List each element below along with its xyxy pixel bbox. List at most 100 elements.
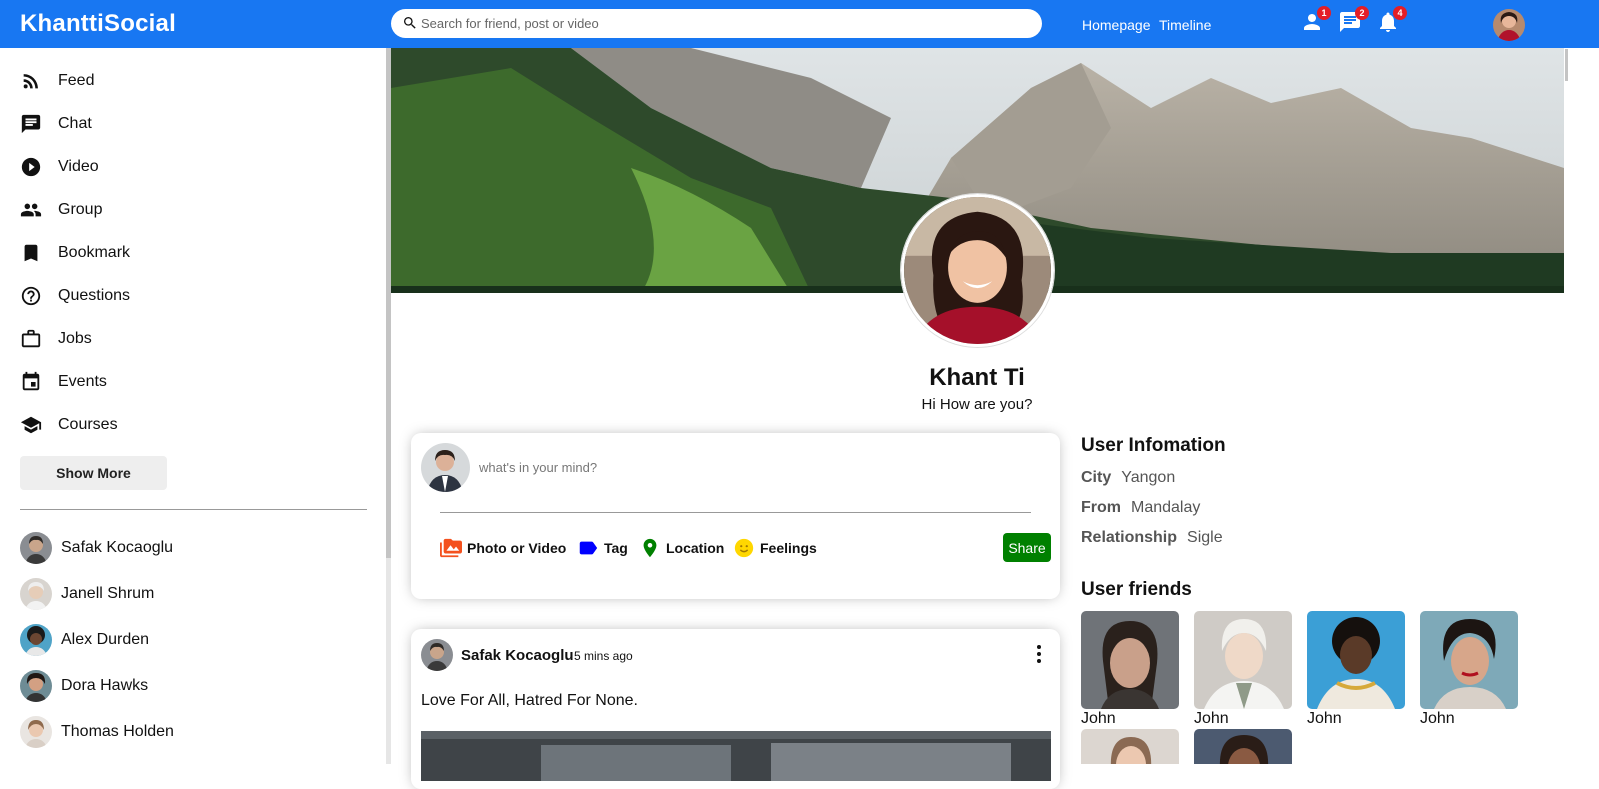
profile-description: Hi How are you? xyxy=(921,396,1033,413)
user-info-title: User Infomation xyxy=(1081,435,1226,456)
option-label: Feelings xyxy=(760,540,817,556)
sidebar-item-label: Questions xyxy=(58,287,131,304)
perm-media-icon xyxy=(440,538,462,558)
sidebar-item-label: Chat xyxy=(58,115,92,132)
sidebar-item-bookmark[interactable]: Bookmark xyxy=(20,241,130,265)
profile-name: Khant Ti xyxy=(929,364,1025,391)
location-option[interactable]: Location xyxy=(639,537,724,559)
friend-name: Thomas Holden xyxy=(61,723,174,740)
friend-name: John xyxy=(1307,710,1342,727)
search-icon xyxy=(404,17,416,29)
notifications-badge: 4 xyxy=(1393,6,1407,20)
friend-card[interactable]: John xyxy=(1307,611,1405,728)
left-sidebar: Feed Chat Video Group Bookmark Questions… xyxy=(0,48,386,764)
option-label: Location xyxy=(666,540,725,556)
option-label: Photo or Video xyxy=(467,540,567,556)
search-bar[interactable] xyxy=(391,9,1042,38)
sidebar-friend[interactable]: Dora Hawks xyxy=(20,670,148,702)
rss-icon xyxy=(23,74,38,89)
room-icon xyxy=(643,538,657,558)
option-label: Tag xyxy=(604,540,628,556)
tag-option[interactable]: Tag xyxy=(577,537,628,559)
sidebar-item-group[interactable]: Group xyxy=(20,198,102,222)
timeline-link[interactable]: Timeline xyxy=(1159,17,1211,33)
post-text: Love For All, Hatred For None. xyxy=(421,692,638,709)
emoji-icon xyxy=(734,538,754,558)
friend-photo xyxy=(1081,729,1179,764)
sidebar-item-jobs[interactable]: Jobs xyxy=(20,327,92,351)
bookmark-icon xyxy=(24,244,38,262)
group-icon xyxy=(20,203,42,217)
share-button[interactable]: Share xyxy=(1003,533,1051,562)
sidebar-item-video[interactable]: Video xyxy=(20,155,99,179)
label-icon xyxy=(579,541,598,555)
avatar xyxy=(20,624,52,656)
sidebar-friend[interactable]: Thomas Holden xyxy=(20,716,174,748)
calendar-icon xyxy=(22,371,40,391)
help-circle-icon xyxy=(21,286,41,306)
current-user-avatar[interactable] xyxy=(1493,9,1525,41)
messages-badge: 2 xyxy=(1355,6,1369,20)
app-logo[interactable]: KhanttiSocial xyxy=(20,10,176,38)
share-card: Photo or Video Tag Location Feelings Sha… xyxy=(411,433,1060,599)
avatar xyxy=(20,578,52,610)
sidebar-item-label: Group xyxy=(58,201,103,218)
sidebar-item-feed[interactable]: Feed xyxy=(20,69,94,93)
homepage-link[interactable]: Homepage xyxy=(1082,17,1151,33)
avatar xyxy=(421,443,470,492)
post-username[interactable]: Safak Kocaoglu xyxy=(461,647,574,664)
search-input[interactable] xyxy=(421,9,1021,38)
avatar xyxy=(20,532,52,564)
sidebar-item-label: Bookmark xyxy=(58,244,131,261)
info-row-from: From Mandalay xyxy=(1081,499,1201,516)
friend-name: John xyxy=(1081,710,1116,727)
post-time: 5 mins ago xyxy=(574,649,633,663)
info-row-city: City Yangon xyxy=(1081,469,1176,486)
sidebar-item-label: Feed xyxy=(58,72,95,89)
post-image[interactable] xyxy=(421,731,1051,781)
avatar[interactable] xyxy=(421,639,453,671)
friend-card[interactable] xyxy=(1081,729,1179,764)
feelings-option[interactable]: Feelings xyxy=(733,537,817,559)
sidebar-item-questions[interactable]: Questions xyxy=(20,284,130,308)
friend-card[interactable]: John xyxy=(1420,611,1518,728)
sidebar-item-chat[interactable]: Chat xyxy=(20,112,92,136)
scrollbar-thumb[interactable] xyxy=(1565,49,1568,81)
notifications-button[interactable]: 4 xyxy=(1376,6,1407,34)
more-vert-icon[interactable] xyxy=(1033,643,1045,665)
top-bar: KhanttiSocial Homepage Timeline 1 2 4 xyxy=(0,0,1599,48)
friend-card[interactable]: John xyxy=(1081,611,1179,728)
share-divider xyxy=(440,512,1031,513)
show-more-button[interactable]: Show More xyxy=(20,456,167,490)
sidebar-friend[interactable]: Safak Kocaoglu xyxy=(20,532,173,564)
friend-name: John xyxy=(1194,710,1229,727)
school-icon xyxy=(20,416,42,434)
post-input[interactable] xyxy=(479,457,1019,477)
sidebar-item-courses[interactable]: Courses xyxy=(20,413,118,437)
sidebar-item-label: Events xyxy=(58,373,107,390)
messages-button[interactable]: 2 xyxy=(1338,6,1369,34)
friend-card[interactable] xyxy=(1194,729,1292,764)
sidebar-item-label: Courses xyxy=(58,416,118,433)
sidebar-item-events[interactable]: Events xyxy=(20,370,107,394)
post-card: Safak Kocaoglu 5 mins ago Love For All, … xyxy=(411,629,1060,789)
friend-card[interactable]: John xyxy=(1194,611,1292,728)
sidebar-friend[interactable]: Janell Shrum xyxy=(20,578,154,610)
friend-requests-button[interactable]: 1 xyxy=(1300,6,1331,34)
sidebar-friend[interactable]: Alex Durden xyxy=(20,624,149,656)
profile-picture[interactable] xyxy=(901,194,1054,347)
friend-photo xyxy=(1081,611,1179,709)
avatar xyxy=(20,716,52,748)
play-circle-icon xyxy=(21,157,41,177)
info-row-relationship: Relationship Sigle xyxy=(1081,529,1223,546)
main-scrollbar[interactable] xyxy=(1564,48,1599,764)
friend-requests-badge: 1 xyxy=(1317,6,1331,20)
user-friends-title: User friends xyxy=(1081,579,1192,600)
friend-name: Janell Shrum xyxy=(61,585,155,602)
friend-name: Safak Kocaoglu xyxy=(61,539,174,556)
chat-icon xyxy=(21,114,41,134)
photo-video-option[interactable]: Photo or Video xyxy=(440,537,566,559)
friend-photo xyxy=(1194,611,1292,709)
friend-photo xyxy=(1307,611,1405,709)
friend-name: John xyxy=(1420,710,1455,727)
